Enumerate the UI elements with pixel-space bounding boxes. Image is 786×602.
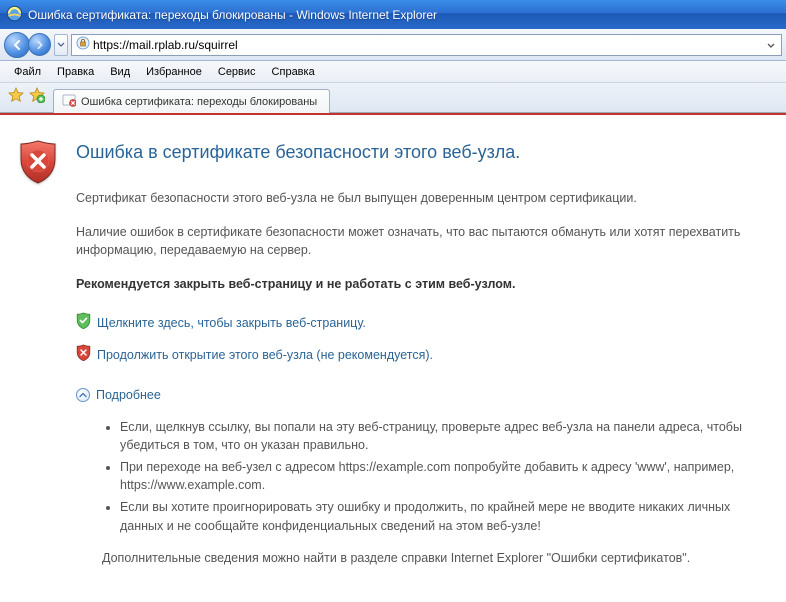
menu-edit[interactable]: Правка [49,64,102,80]
chevron-up-icon [76,388,90,402]
page-content: Ошибка в сертификате безопасности этого … [0,113,786,602]
error-shield-icon [18,139,62,567]
recommendation-paragraph: Рекомендуется закрыть веб-страницу и не … [76,275,776,293]
ie-icon [6,5,23,25]
menu-tools[interactable]: Сервис [210,64,264,80]
nav-history-dropdown[interactable] [54,34,68,56]
address-dropdown-icon[interactable] [764,38,778,52]
back-button[interactable] [4,32,30,58]
close-page-action[interactable]: Щелкните здесь, чтобы закрыть веб-страни… [76,312,776,334]
detail-bullet-2: При переходе на веб-узел с адресом https… [120,458,776,494]
favorites-buttons [4,87,53,112]
tab-title: Ошибка сертификата: переходы блокированы [81,96,317,108]
close-page-link[interactable]: Щелкните здесь, чтобы закрыть веб-страни… [97,314,366,332]
menu-favorites[interactable]: Избранное [138,64,210,80]
favorites-star-icon[interactable] [8,87,24,106]
continue-link[interactable]: Продолжить открытие этого веб-узла (не р… [97,346,433,364]
cert-error-paragraph-1: Сертификат безопасности этого веб-узла н… [76,189,776,207]
window-titlebar: Ошибка сертификата: переходы блокированы… [0,0,786,29]
continue-action[interactable]: Продолжить открытие этого веб-узла (не р… [76,344,776,366]
address-url[interactable]: https://mail.rplab.ru/squirrel [93,38,764,52]
menu-help[interactable]: Справка [264,64,323,80]
detail-bullet-3: Если вы хотите проигнорировать эту ошибк… [120,498,776,534]
page-heading: Ошибка в сертификате безопасности этого … [76,139,776,165]
cert-error-paragraph-2: Наличие ошибок в сертификате безопасност… [76,223,776,259]
menu-file[interactable]: Файл [6,64,49,80]
menu-bar: Файл Правка Вид Избранное Сервис Справка [0,61,786,83]
lock-icon [76,36,90,53]
address-bar[interactable]: https://mail.rplab.ru/squirrel [71,34,782,56]
menu-view[interactable]: Вид [102,64,138,80]
browser-tab[interactable]: Ошибка сертификата: переходы блокированы [53,89,330,113]
forward-button[interactable] [28,33,51,56]
shield-red-icon [76,344,91,366]
more-info-toggle[interactable]: Подробнее [76,386,776,404]
detail-bullet-1: Если, щелкнув ссылку, вы попали на эту в… [120,418,776,454]
tab-toolbar: Ошибка сертификата: переходы блокированы [0,83,786,113]
navigation-toolbar: https://mail.rplab.ru/squirrel [0,29,786,61]
more-info-label: Подробнее [96,386,161,404]
tab-cert-error-icon [62,93,76,110]
more-info-details: Если, щелкнув ссылку, вы попали на эту в… [76,418,776,567]
nav-button-group [4,32,51,58]
detail-footer: Дополнительные сведения можно найти в ра… [102,549,776,567]
window-title: Ошибка сертификата: переходы блокированы… [28,8,437,22]
shield-green-icon [76,312,91,334]
add-favorites-icon[interactable] [29,87,45,106]
